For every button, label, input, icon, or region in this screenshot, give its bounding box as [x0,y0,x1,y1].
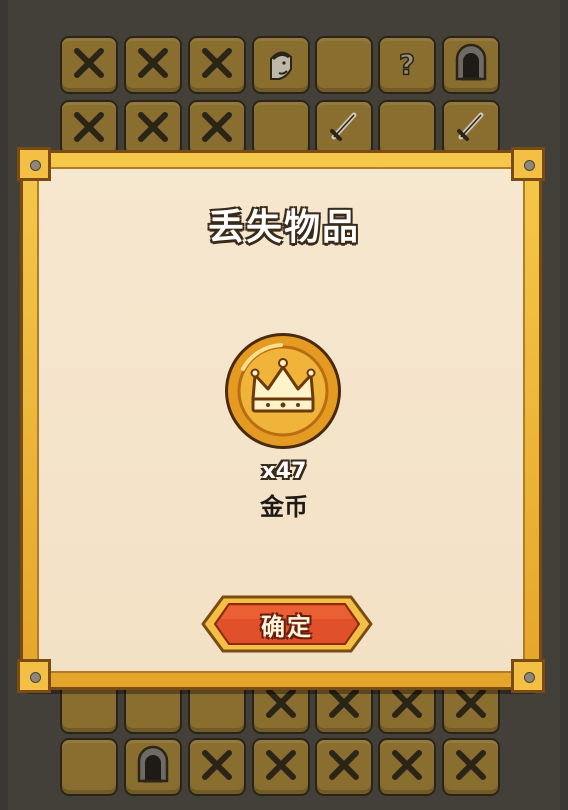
corner-bolt-icon [511,147,545,181]
item-quantity: x47 [261,459,307,484]
corner-bolt-icon [511,659,545,693]
gold-coin-crown-icon [221,329,345,453]
confirm-button-label: 确定 [261,612,313,641]
lost-items-dialog: 丢失物品 x47 金币 确定 [17,147,545,693]
corner-bolt-icon [17,659,51,693]
dialog-title: 丢失物品 [207,207,360,248]
item-name: 金币 [260,493,308,521]
confirm-button[interactable]: 确定 [189,593,385,655]
modal-overlay: 丢失物品 x47 金币 确定 [0,0,568,810]
corner-bolt-icon [17,147,51,181]
